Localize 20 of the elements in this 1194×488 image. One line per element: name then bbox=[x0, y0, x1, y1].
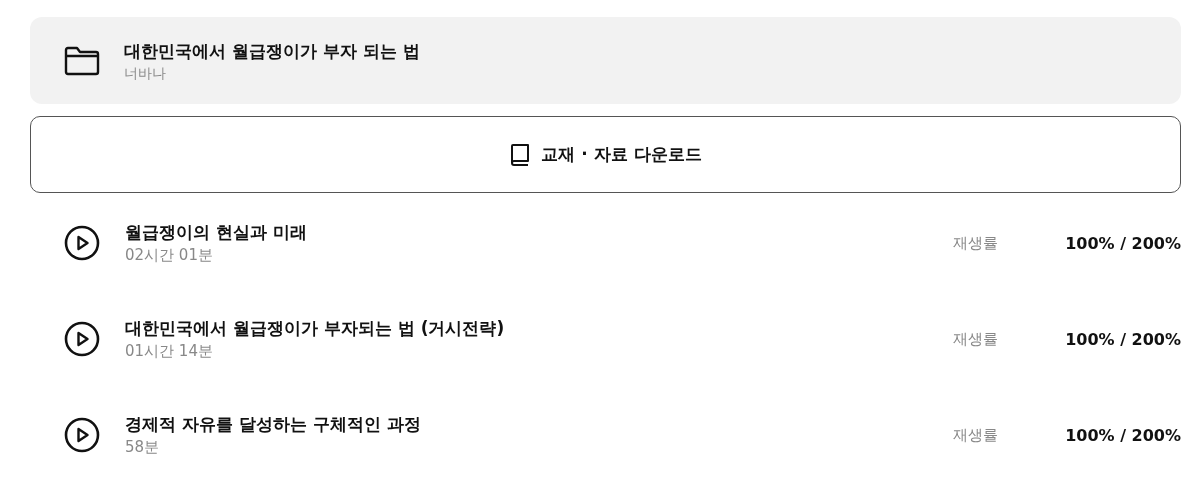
folder-icon bbox=[64, 45, 100, 76]
play-icon[interactable] bbox=[64, 417, 100, 453]
course-author: 너바나 bbox=[124, 63, 167, 83]
playback-rate-value: 100% / 200% bbox=[1065, 233, 1181, 253]
playback-rate-value: 100% / 200% bbox=[1065, 425, 1181, 445]
book-icon bbox=[509, 142, 532, 167]
lecture-title[interactable]: 대한민국에서 월급쟁이가 부자되는 법 (거시전략) bbox=[125, 316, 954, 340]
lecture-duration: 01시간 14분 bbox=[125, 341, 214, 362]
course-title: 대한민국에서 월급쟁이가 부자 되는 법 bbox=[124, 39, 420, 63]
download-button[interactable]: 교재 · 자료 다운로드 bbox=[30, 116, 1181, 193]
play-icon[interactable] bbox=[64, 225, 100, 261]
playback-rate-label: 재생률 bbox=[953, 233, 1000, 253]
playback-rate-value: 100% / 200% bbox=[1065, 329, 1181, 349]
lecture-duration: 58분 bbox=[125, 437, 161, 458]
lecture-title[interactable]: 월급쟁이의 현실과 미래 bbox=[125, 220, 954, 244]
playback-rate-label: 재생률 bbox=[953, 425, 1000, 445]
lecture-duration: 02시간 01분 bbox=[125, 245, 214, 266]
playback-rate-label: 재생률 bbox=[953, 329, 1000, 349]
lecture-title[interactable]: 경제적 자유를 달성하는 구체적인 과정 bbox=[125, 412, 954, 436]
play-icon[interactable] bbox=[64, 321, 100, 357]
